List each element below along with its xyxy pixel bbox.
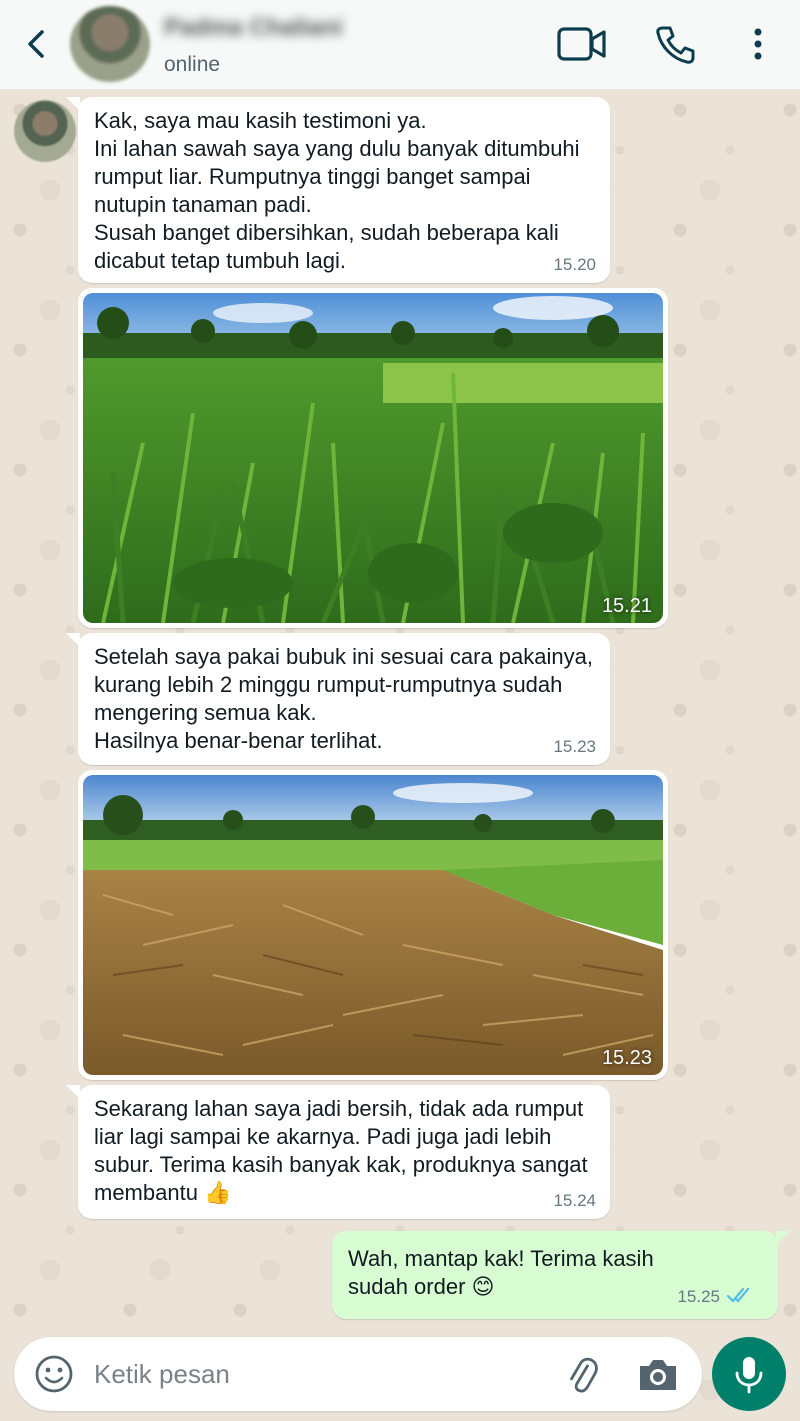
incoming-message[interactable]: Sekarang lahan saya jadi bersih, tidak a…: [66, 1085, 610, 1219]
phone-icon: [656, 26, 695, 64]
message-text: Kak, saya mau kasih testimoni ya. Ini la…: [94, 108, 580, 273]
more-vertical-icon: [754, 28, 762, 60]
contact-avatar[interactable]: [70, 6, 150, 82]
chat-header: Padma Chaliani online: [0, 0, 800, 90]
voice-message-button[interactable]: [712, 1337, 786, 1411]
incoming-image-message[interactable]: 15.23: [78, 770, 668, 1080]
video-call-button[interactable]: [556, 25, 608, 63]
microphone-icon: [735, 1357, 763, 1394]
message-text: Setelah saya pakai bubuk ini sesuai cara…: [94, 644, 593, 753]
double-check-icon: [726, 1287, 750, 1303]
incoming-image-message[interactable]: 15.21: [78, 288, 668, 628]
chevron-left-icon: [28, 30, 44, 58]
voice-call-button[interactable]: [654, 24, 696, 66]
camera-button[interactable]: [636, 1357, 680, 1393]
back-button[interactable]: [18, 24, 54, 64]
message-text: Wah, mantap kak! Terima kasih sudah orde…: [348, 1246, 654, 1299]
contact-status: online: [164, 53, 221, 76]
message-time: 15.24: [553, 1191, 596, 1210]
message-time: 15.20: [553, 255, 596, 274]
video-camera-icon: [557, 27, 606, 61]
smiley-icon: [35, 1355, 73, 1393]
incoming-message[interactable]: Kak, saya mau kasih testimoni ya. Ini la…: [66, 97, 610, 283]
more-options-button[interactable]: [748, 24, 768, 66]
weedy-field-photo[interactable]: [83, 293, 663, 623]
message-time: 15.23: [553, 737, 596, 756]
message-input[interactable]: [94, 1357, 534, 1391]
incoming-message[interactable]: Setelah saya pakai bubuk ini sesuai cara…: [66, 633, 610, 765]
contact-name[interactable]: Padma Chaliani: [164, 14, 354, 42]
outgoing-message[interactable]: Wah, mantap kak! Terima kasih sudah orde…: [332, 1231, 790, 1319]
image-time: 15.23: [601, 1047, 652, 1069]
message-text: Sekarang lahan saya jadi bersih, tidak a…: [94, 1096, 588, 1205]
message-composer: [14, 1337, 702, 1411]
image-time: 15.21: [601, 595, 652, 617]
attach-button[interactable]: [564, 1355, 600, 1395]
message-time: 15.25: [677, 1287, 720, 1306]
dried-field-photo[interactable]: [83, 775, 663, 1075]
paperclip-icon: [570, 1357, 598, 1393]
emoji-button[interactable]: [34, 1354, 74, 1394]
camera-icon: [640, 1360, 676, 1390]
